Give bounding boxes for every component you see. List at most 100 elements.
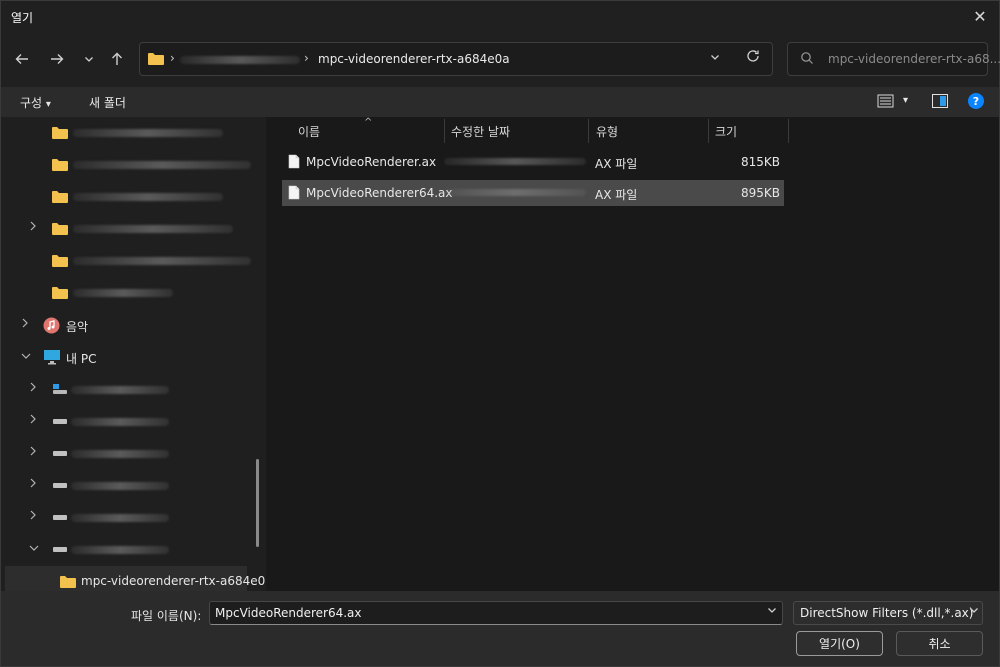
organize-menu[interactable]: 구성 ▾: [20, 94, 51, 111]
file-type: AX 파일: [595, 157, 638, 171]
file-type-filter-select[interactable]: DirectShow Filters (*.dll,*.ax): [793, 601, 983, 625]
filename-input[interactable]: [209, 601, 783, 625]
refresh-button[interactable]: [746, 49, 760, 67]
back-button[interactable]: [10, 47, 34, 71]
tree-item-folder[interactable]: [1, 213, 259, 243]
file-name: MpcVideoRenderer64.ax: [306, 186, 453, 200]
blurred-folder-name: [73, 257, 251, 265]
up-button[interactable]: [105, 47, 129, 71]
file-size: 815KB: [740, 155, 780, 169]
tree-item-music[interactable]: 음악: [1, 310, 259, 340]
open-file-dialog: 열기 ✕ › › mpc-videorenderer-rtx-a684e0a m…: [0, 0, 1000, 667]
file-row-selected[interactable]: MpcVideoRenderer64.ax AX 파일 895KB: [282, 180, 784, 206]
folder-icon: [60, 576, 76, 588]
column-header-name[interactable]: 이름: [298, 123, 320, 140]
tree-item-drive[interactable]: [1, 438, 259, 468]
chevron-right-icon[interactable]: [29, 382, 37, 395]
breadcrumb-current-folder[interactable]: mpc-videorenderer-rtx-a684e0a: [318, 52, 510, 66]
tree-item-selected-folder[interactable]: mpc-videorenderer-rtx-a684e0: [5, 566, 265, 591]
sort-ascending-icon: ^: [364, 117, 373, 128]
tree-item-drive[interactable]: [1, 406, 259, 436]
chevron-right-icon[interactable]: [29, 446, 37, 459]
selected-folder-label: mpc-videorenderer-rtx-a684e0: [81, 574, 265, 588]
search-placeholder: mpc-videorenderer-rtx-a68...: [828, 52, 1000, 66]
preview-pane-icon: [932, 94, 948, 108]
chevron-down-icon[interactable]: [21, 350, 31, 363]
address-history-dropdown[interactable]: [710, 51, 720, 65]
column-header-type[interactable]: 유형: [596, 123, 618, 140]
drive-icon: [53, 451, 67, 456]
blurred-path-segment: [180, 56, 300, 64]
search-box[interactable]: mpc-videorenderer-rtx-a68...: [787, 42, 1000, 76]
arrow-right-icon: [51, 54, 64, 64]
navigation-scrollbar[interactable]: [256, 459, 259, 547]
chevron-right-icon[interactable]: [29, 510, 37, 523]
tree-item-drive[interactable]: [1, 502, 259, 532]
chevron-right-icon[interactable]: [29, 478, 37, 491]
filter-dropdown[interactable]: [969, 605, 979, 618]
tree-item-folder[interactable]: [1, 245, 259, 275]
folder-icon: [52, 127, 68, 139]
blurred-folder-name: [73, 161, 251, 169]
help-button[interactable]: ?: [967, 92, 985, 113]
forward-button[interactable]: [45, 47, 69, 71]
tree-item-this-pc[interactable]: 내 PC: [1, 342, 259, 372]
arrow-left-icon: [15, 54, 28, 64]
file-list-pane: 이름 ^ 수정한 날짜 유형 크기 MpcVideoRenderer.ax AX…: [266, 117, 999, 591]
view-options-button[interactable]: [877, 93, 895, 112]
drive-icon: [53, 483, 67, 488]
search-icon: [801, 52, 813, 64]
tree-item-folder[interactable]: [1, 117, 259, 147]
command-toolbar: 구성 ▾ 새 폴더 ▾ ?: [1, 87, 999, 117]
tree-item-drive[interactable]: [1, 374, 259, 404]
cancel-button[interactable]: 취소: [896, 631, 983, 656]
chevron-down-icon: [711, 55, 719, 60]
column-divider[interactable]: [788, 119, 789, 143]
this-pc-label: 내 PC: [66, 352, 97, 366]
blurred-drive-name: [71, 386, 169, 394]
new-folder-button[interactable]: 새 폴더: [89, 94, 126, 111]
file-icon: [288, 154, 300, 169]
blurred-date: [444, 189, 586, 196]
chevron-right-icon[interactable]: [21, 318, 29, 331]
file-size: 895KB: [740, 186, 780, 200]
chevron-right-icon[interactable]: [29, 221, 37, 234]
blurred-folder-name: [73, 193, 223, 201]
recent-locations-button[interactable]: [77, 47, 101, 71]
column-divider[interactable]: [588, 119, 589, 143]
column-header-date[interactable]: 수정한 날짜: [451, 123, 510, 140]
title-bar: 열기 ✕: [1, 1, 999, 33]
folder-icon: [52, 255, 68, 267]
drive-icon: [53, 419, 67, 424]
tree-item-folder[interactable]: [1, 181, 259, 211]
chevron-right-icon[interactable]: [29, 414, 37, 427]
help-icon: ?: [968, 93, 984, 109]
file-type: AX 파일: [595, 188, 638, 202]
column-divider[interactable]: [708, 119, 709, 143]
breadcrumb-separator: ›: [170, 51, 175, 65]
organize-label: 구성: [20, 96, 43, 110]
arrow-up-icon: [112, 52, 122, 65]
monitor-icon: [44, 350, 60, 365]
details-view-icon: [877, 94, 894, 108]
filename-history-dropdown[interactable]: [767, 605, 777, 618]
filename-label: 파일 이름(N):: [131, 609, 202, 623]
tree-item-drive[interactable]: [1, 534, 259, 564]
tree-item-folder[interactable]: [1, 277, 259, 307]
dialog-footer: 파일 이름(N): DirectShow Filters (*.dll,*.ax…: [1, 591, 999, 666]
file-row[interactable]: MpcVideoRenderer.ax AX 파일 815KB: [282, 149, 784, 175]
open-button[interactable]: 열기(O): [796, 631, 883, 656]
column-divider[interactable]: [444, 119, 445, 143]
chevron-down-icon: [970, 608, 978, 613]
preview-pane-button[interactable]: [931, 93, 949, 112]
folder-icon: [52, 191, 68, 203]
view-dropdown-arrow[interactable]: ▾: [903, 95, 908, 106]
tree-item-drive[interactable]: [1, 470, 259, 500]
blurred-drive-name: [71, 418, 169, 426]
system-drive-icon: [53, 384, 67, 394]
chevron-down-icon[interactable]: [29, 542, 39, 555]
address-bar[interactable]: › › mpc-videorenderer-rtx-a684e0a: [139, 42, 773, 76]
tree-item-folder[interactable]: [1, 149, 259, 179]
column-header-size[interactable]: 크기: [715, 123, 737, 140]
close-button[interactable]: ✕: [969, 5, 991, 27]
